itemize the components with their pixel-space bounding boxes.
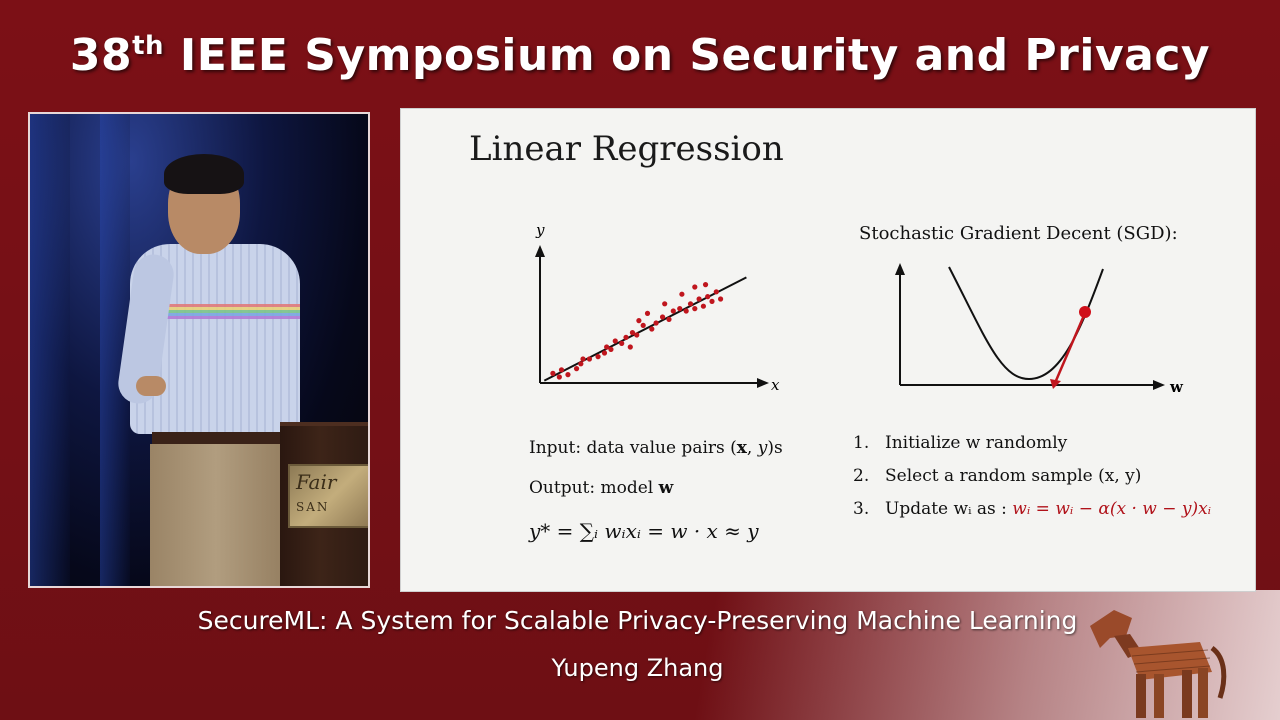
scatter-y-arrow — [535, 245, 545, 257]
sgd-x-arrow — [1153, 380, 1165, 390]
data-point — [608, 346, 614, 352]
data-point — [713, 289, 719, 295]
step-item: 2. Select a random sample (x, y) — [853, 466, 1142, 486]
data-point — [578, 361, 584, 367]
prediction-formula: y* = ∑ᵢ wᵢxᵢ = w · x ≈ y — [529, 519, 759, 543]
data-point — [623, 334, 629, 340]
data-point — [558, 367, 565, 373]
step-item: 1. Initialize w randomly — [853, 433, 1068, 453]
data-point — [692, 284, 698, 290]
data-point — [709, 298, 715, 304]
podium-plate: Fair SAN — [288, 464, 368, 528]
data-point — [636, 318, 642, 324]
data-point — [683, 308, 689, 314]
data-point — [700, 303, 706, 309]
sgd-steps: 1. Initialize w randomly 2. Select a rando… — [853, 427, 1211, 526]
scatter-x-label: x — [771, 376, 780, 394]
speaker-pants — [150, 444, 282, 586]
data-point — [662, 301, 668, 307]
sgd-y-arrow — [895, 263, 905, 275]
data-point — [634, 332, 640, 338]
trojan-horse-logo — [1090, 610, 1227, 718]
data-point — [595, 354, 601, 360]
data-point — [601, 350, 608, 356]
data-point — [565, 372, 571, 378]
scatter-x-arrow — [757, 378, 769, 388]
data-point — [677, 306, 683, 312]
data-point — [550, 370, 556, 376]
sgd-x-label: w — [1169, 378, 1184, 396]
data-point — [679, 291, 685, 297]
output-description: Output: model w — [529, 478, 674, 498]
data-point — [687, 301, 694, 307]
speaker-hair — [164, 154, 244, 194]
data-point — [556, 374, 562, 380]
data-point — [718, 296, 724, 302]
data-point — [692, 306, 698, 312]
data-point — [586, 356, 593, 362]
data-point — [640, 322, 646, 328]
sgd-plot: w — [895, 263, 1184, 396]
data-point — [580, 356, 586, 362]
gradient-arrow — [1053, 312, 1087, 384]
curtain — [30, 114, 70, 586]
sgd-title: Stochastic Gradient Decent (SGD): — [859, 223, 1178, 244]
data-point — [666, 316, 672, 322]
input-description: Input: data value pairs (x, y)s — [529, 438, 783, 458]
conference-title: 38th IEEE Symposium on Security and Priv… — [69, 30, 1211, 81]
data-point — [649, 326, 655, 332]
data-point — [627, 344, 633, 350]
data-point — [573, 366, 580, 372]
data-point — [644, 310, 651, 316]
step-item: 3. Update wᵢ as : wᵢ = wᵢ − α(x · w − y)x… — [853, 499, 1212, 519]
speaker-video: Fair SAN — [28, 112, 370, 588]
current-point — [1079, 306, 1091, 318]
data-point — [653, 320, 659, 326]
scatter-y-label: y — [535, 221, 545, 239]
data-point — [702, 282, 709, 288]
data-point — [670, 308, 676, 314]
speaker-hand — [136, 376, 166, 396]
presentation-slide: Linear Regression y x w Stochastic Gradi… — [400, 108, 1256, 592]
scatter-plot: y x — [535, 221, 780, 394]
data-point — [696, 296, 702, 302]
data-point — [659, 314, 666, 320]
data-point — [612, 338, 618, 344]
data-point — [619, 340, 625, 346]
data-point — [705, 294, 711, 300]
update-formula: wᵢ = wᵢ − α(x · w − y)xᵢ — [1012, 499, 1212, 519]
